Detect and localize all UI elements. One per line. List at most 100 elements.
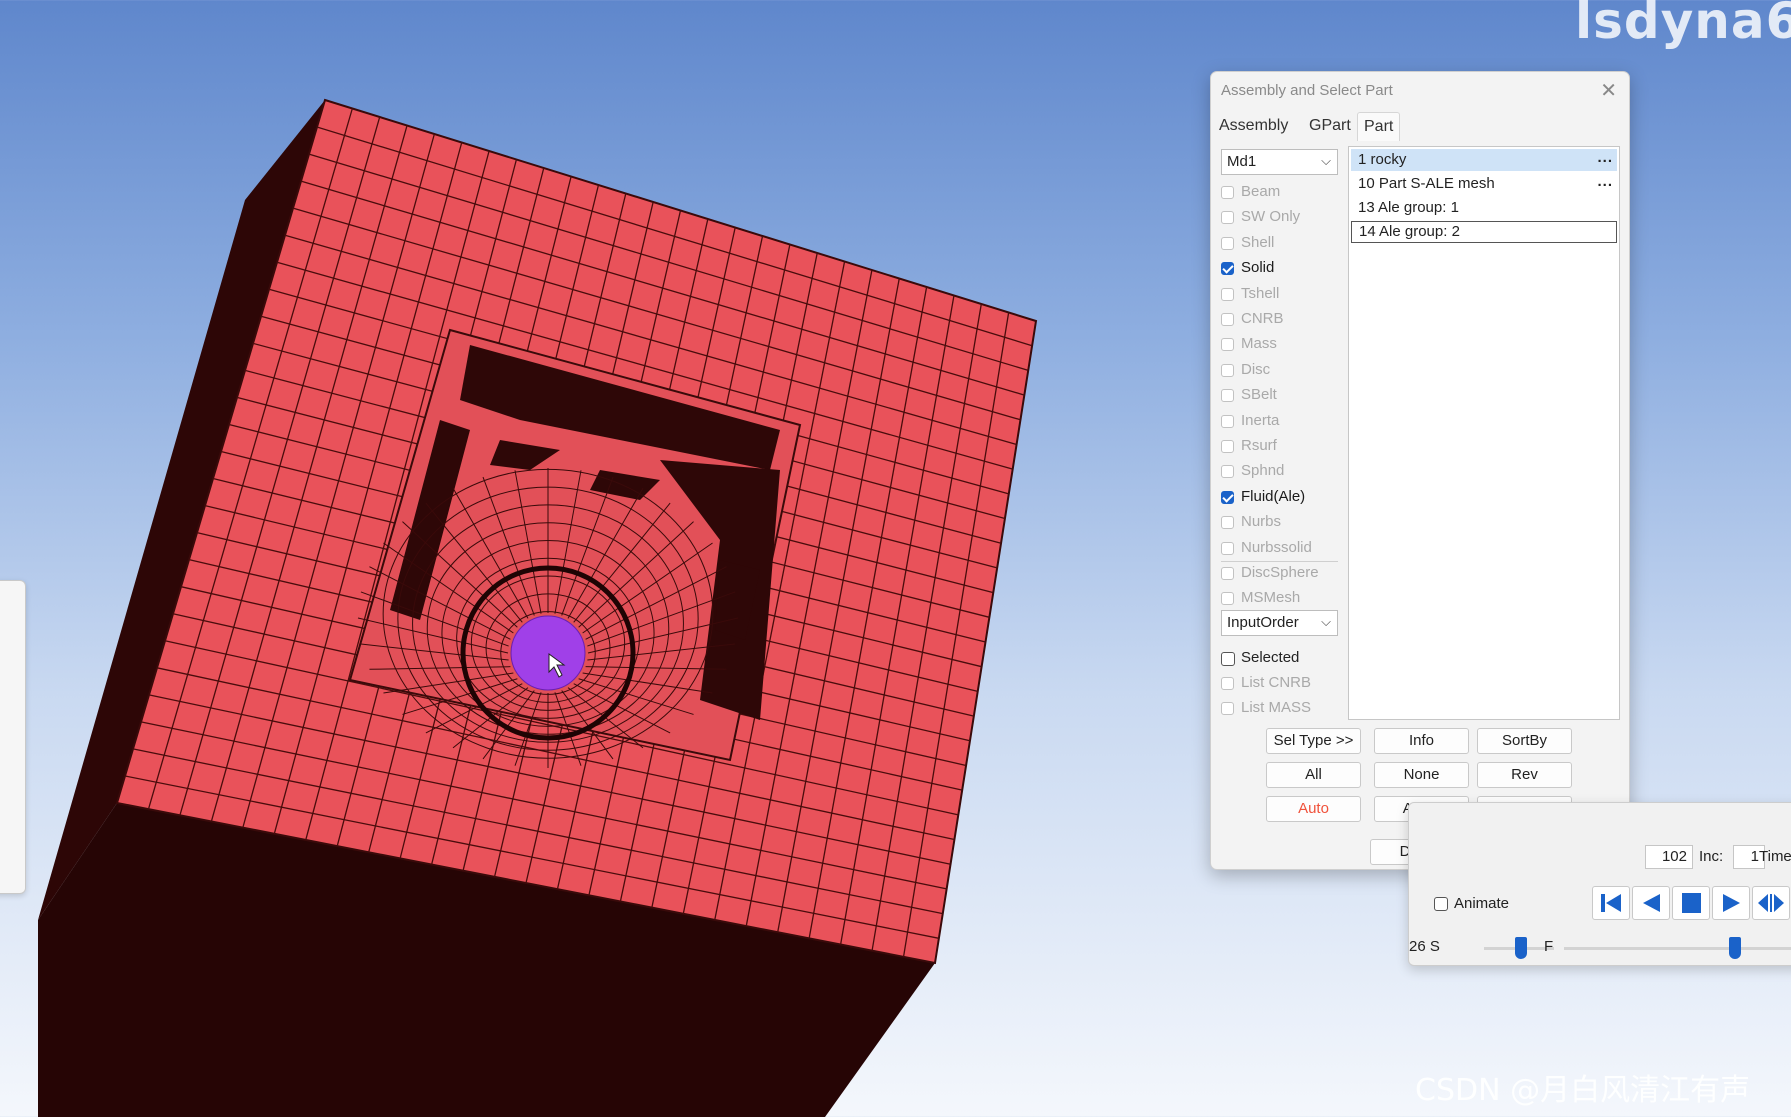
element-type-shell[interactable]: Shell bbox=[1221, 233, 1341, 255]
part-item-1-rocky[interactable]: 1 rocky ... bbox=[1351, 149, 1617, 171]
element-type-checkbox[interactable] bbox=[1221, 592, 1234, 606]
element-type-label: SW Only bbox=[1241, 208, 1301, 226]
option-list-mass[interactable]: List MASS bbox=[1221, 698, 1341, 720]
element-type-tshell[interactable]: Tshell bbox=[1221, 284, 1341, 306]
option-list-cnrb[interactable]: List CNRB bbox=[1221, 673, 1341, 695]
element-type-checkbox[interactable] bbox=[1221, 567, 1234, 580]
left-side-panel[interactable] bbox=[0, 580, 26, 894]
element-type-fluid-ale[interactable]: Fluid(Ale) bbox=[1221, 487, 1341, 509]
element-type-checkbox[interactable] bbox=[1221, 516, 1234, 530]
dialog-titlebar[interactable]: Assembly and Select Part ✕ bbox=[1211, 72, 1629, 108]
tab-assembly[interactable]: Assembly bbox=[1213, 112, 1294, 140]
order-select[interactable]: InputOrder ⌵ bbox=[1221, 610, 1338, 636]
element-type-checkbox[interactable] bbox=[1221, 236, 1234, 250]
element-type-label: Tshell bbox=[1241, 284, 1280, 302]
element-type-checkbox[interactable] bbox=[1221, 389, 1234, 403]
element-type-label: Beam bbox=[1241, 183, 1281, 200]
element-type-nurbs[interactable]: Nurbs bbox=[1221, 512, 1341, 534]
all-button[interactable]: All bbox=[1266, 762, 1361, 788]
element-type-label: MSMesh bbox=[1241, 589, 1301, 607]
frame-slider-thumb[interactable] bbox=[1729, 937, 1741, 959]
chevron-down-icon: ⌵ bbox=[1321, 614, 1331, 629]
part-item-label: 13 Ale group: 1 bbox=[1358, 199, 1459, 216]
info-button[interactable]: Info bbox=[1374, 728, 1469, 754]
dialog-tabs: Assembly GPart Part bbox=[1211, 112, 1629, 141]
order-select-value: InputOrder bbox=[1227, 614, 1299, 631]
selected-checkbox[interactable] bbox=[1221, 652, 1235, 666]
element-type-label: Fluid(Ale) bbox=[1241, 487, 1306, 505]
element-type-checkbox[interactable] bbox=[1221, 287, 1234, 301]
element-type-disc[interactable]: Disc bbox=[1221, 360, 1341, 382]
element-type-checkbox[interactable] bbox=[1221, 211, 1234, 225]
stop-button[interactable] bbox=[1672, 886, 1710, 920]
first-frame-button[interactable] bbox=[1592, 886, 1630, 920]
option-selected-label: Selected bbox=[1241, 649, 1300, 666]
sortby-button[interactable]: SortBy bbox=[1477, 728, 1572, 754]
element-type-checkbox[interactable] bbox=[1221, 541, 1234, 555]
element-type-checkbox[interactable] bbox=[1221, 490, 1234, 504]
element-type-checkbox[interactable] bbox=[1221, 313, 1234, 326]
model-select[interactable]: Md1 ⌵ bbox=[1221, 149, 1338, 175]
frame-field[interactable]: 102 bbox=[1645, 845, 1693, 869]
frame-slider-track bbox=[1564, 947, 1791, 950]
element-type-label: DiscSphere bbox=[1241, 564, 1319, 581]
play-backward-button[interactable] bbox=[1632, 886, 1670, 920]
list-cnrb-checkbox[interactable] bbox=[1221, 677, 1234, 690]
auto-button[interactable]: Auto bbox=[1266, 796, 1361, 822]
element-type-checkbox[interactable] bbox=[1221, 465, 1234, 479]
element-type-beam[interactable]: Beam bbox=[1221, 182, 1341, 204]
element-type-checkbox[interactable] bbox=[1221, 363, 1234, 377]
element-type-solid[interactable]: Solid bbox=[1221, 258, 1341, 280]
part-item-label: 10 Part S-ALE mesh bbox=[1358, 175, 1495, 192]
element-type-checkbox[interactable] bbox=[1221, 338, 1234, 352]
element-type-label: CNRB bbox=[1241, 310, 1284, 327]
speed-label: 26 S bbox=[1409, 938, 1440, 955]
element-type-checkbox[interactable] bbox=[1221, 186, 1234, 199]
bounce-icon bbox=[1758, 894, 1784, 912]
element-type-msmesh[interactable]: MSMesh bbox=[1221, 588, 1341, 610]
bounce-button[interactable] bbox=[1752, 886, 1790, 920]
element-type-label: Disc bbox=[1241, 360, 1271, 378]
element-type-sbelt[interactable]: SBelt bbox=[1221, 385, 1341, 407]
element-type-checkbox[interactable] bbox=[1221, 414, 1234, 428]
element-type-checkbox[interactable] bbox=[1221, 262, 1234, 276]
element-type-label: Sphnd bbox=[1241, 462, 1285, 480]
divider bbox=[1221, 561, 1338, 562]
dialog-title: Assembly and Select Part bbox=[1221, 82, 1393, 99]
option-selected[interactable]: Selected bbox=[1221, 648, 1341, 670]
part-item-more[interactable]: ... bbox=[1597, 171, 1613, 193]
element-type-checkbox[interactable] bbox=[1221, 440, 1234, 453]
element-type-sw-only[interactable]: SW Only bbox=[1221, 207, 1341, 229]
tab-part[interactable]: Part bbox=[1357, 112, 1401, 141]
tab-gpart[interactable]: GPart bbox=[1303, 112, 1357, 140]
inc-label: Inc: bbox=[1699, 848, 1724, 865]
watermark-bottom: CSDN @月白风清江有声 bbox=[1415, 1073, 1751, 1108]
element-type-label: Solid bbox=[1241, 259, 1275, 277]
none-button[interactable]: None bbox=[1374, 762, 1469, 788]
part-list[interactable]: 1 rocky ... 10 Part S-ALE mesh ... 13 Al… bbox=[1348, 146, 1620, 720]
animate-checkbox[interactable] bbox=[1434, 897, 1448, 911]
part-item-more[interactable]: ... bbox=[1597, 147, 1613, 169]
stop-icon bbox=[1682, 893, 1701, 913]
option-list-cnrb-label: List CNRB bbox=[1241, 674, 1312, 691]
speed-slider-thumb[interactable] bbox=[1515, 937, 1527, 959]
close-icon[interactable]: ✕ bbox=[1600, 78, 1617, 103]
element-type-rsurf[interactable]: Rsurf bbox=[1221, 436, 1341, 458]
sel-type-button[interactable]: Sel Type >> bbox=[1266, 728, 1361, 754]
element-type-cnrb[interactable]: CNRB bbox=[1221, 309, 1341, 331]
list-mass-checkbox[interactable] bbox=[1221, 702, 1234, 715]
element-type-label: SBelt bbox=[1241, 386, 1277, 404]
element-type-label: Inerta bbox=[1241, 411, 1280, 429]
part-item-14-ale-group-2[interactable]: 14 Ale group: 2 bbox=[1351, 221, 1617, 243]
part-item-10-sale-mesh[interactable]: 10 Part S-ALE mesh ... bbox=[1351, 173, 1617, 195]
part-item-13-ale-group-1[interactable]: 13 Ale group: 1 bbox=[1351, 197, 1617, 219]
element-type-discsphere[interactable]: DiscSphere bbox=[1221, 563, 1341, 585]
element-type-inerta[interactable]: Inerta bbox=[1221, 411, 1341, 433]
element-type-nurbssolid[interactable]: Nurbssolid bbox=[1221, 538, 1341, 560]
play-forward-button[interactable] bbox=[1712, 886, 1750, 920]
element-type-label: Mass bbox=[1241, 335, 1277, 353]
assembly-select-part-dialog: Assembly and Select Part ✕ Assembly GPar… bbox=[1210, 71, 1630, 870]
element-type-sphnd[interactable]: Sphnd bbox=[1221, 461, 1341, 483]
element-type-mass[interactable]: Mass bbox=[1221, 334, 1341, 356]
rev-button[interactable]: Rev bbox=[1477, 762, 1572, 788]
